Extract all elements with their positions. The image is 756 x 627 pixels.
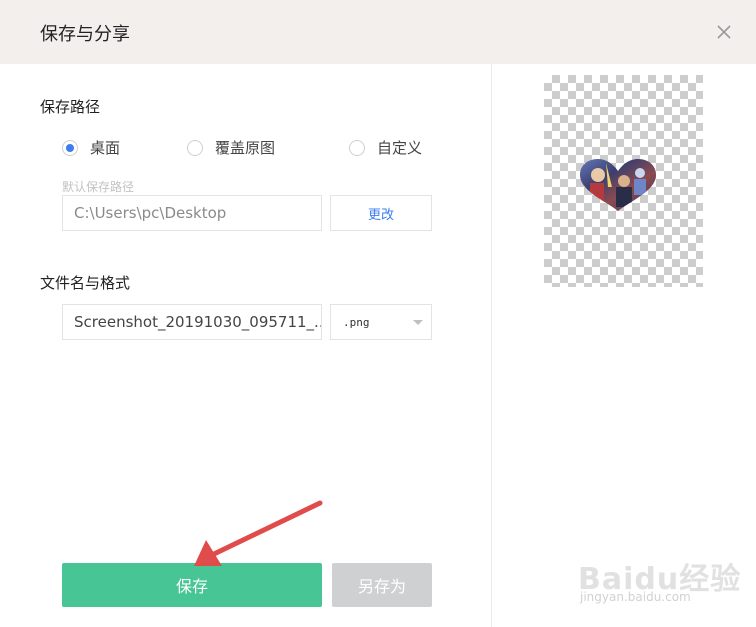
dialog-titlebar: 保存与分享: [0, 0, 756, 64]
dialog-title: 保存与分享: [40, 24, 130, 45]
save-as-button[interactable]: 另存为: [332, 563, 432, 607]
radio-custom-dot: [349, 139, 365, 156]
close-icon: [717, 25, 731, 39]
chevron-down-icon: [413, 320, 423, 325]
format-select-value: .png: [343, 315, 370, 329]
save-path-field: C:\Users\pc\Desktop: [62, 195, 322, 231]
file-format-label: 文件名与格式: [40, 274, 131, 292]
radio-custom[interactable]: 自定义: [349, 137, 422, 158]
image-preview: [544, 75, 703, 287]
save-button[interactable]: 保存: [62, 563, 322, 607]
watermark-url: jingyan.baidu.com: [580, 590, 691, 604]
default-path-hint: 默认保存路径: [62, 180, 135, 194]
format-select[interactable]: .png: [330, 304, 432, 340]
change-path-button[interactable]: 更改: [330, 195, 432, 231]
radio-overwrite-dot: [187, 139, 203, 156]
close-button[interactable]: [708, 16, 740, 48]
radio-custom-label: 自定义: [377, 139, 423, 157]
file-name-input[interactable]: Screenshot_20191030_095711_...: [62, 304, 322, 340]
save-path-label: 保存路径: [40, 98, 101, 116]
radio-overwrite-label: 覆盖原图: [215, 139, 276, 157]
heart-image-thumbnail: [580, 159, 656, 211]
radio-overwrite[interactable]: 覆盖原图: [187, 137, 275, 158]
radio-desktop[interactable]: 桌面: [62, 137, 120, 158]
save-share-dialog: 保存与分享 保存路径 桌面 覆盖原图 自定义 默认保存路径 C:\Users\p…: [0, 0, 756, 627]
panel-divider: [491, 64, 492, 627]
radio-desktop-dot: [62, 139, 78, 156]
baidu-watermark-logo: Baidu经验 jingyan.baidu.com: [578, 550, 748, 610]
radio-desktop-label: 桌面: [90, 139, 121, 157]
